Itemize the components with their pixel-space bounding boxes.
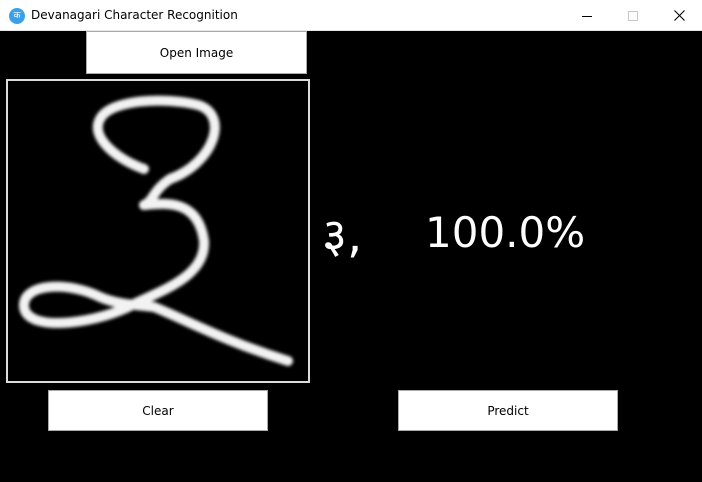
maximize-icon xyxy=(628,10,638,21)
image-canvas xyxy=(6,79,310,383)
close-button[interactable] xyxy=(656,0,702,31)
open-image-button[interactable]: Open Image xyxy=(86,31,307,74)
minimize-icon xyxy=(582,11,592,21)
window-title: Devanagari Character Recognition xyxy=(31,8,238,22)
clear-button[interactable]: Clear xyxy=(48,390,268,431)
predicted-character: ३, xyxy=(322,208,363,264)
predict-button[interactable]: Predict xyxy=(398,390,618,431)
close-icon xyxy=(673,10,685,21)
handwritten-character-image xyxy=(19,95,293,366)
app-icon: क xyxy=(9,8,25,24)
maximize-button xyxy=(610,0,656,31)
app-window: क Devanagari Character Recognition Open … xyxy=(0,0,702,482)
minimize-button[interactable] xyxy=(564,0,610,31)
prediction-confidence: 100.0% xyxy=(425,208,586,257)
title-bar[interactable]: क Devanagari Character Recognition xyxy=(0,0,702,31)
